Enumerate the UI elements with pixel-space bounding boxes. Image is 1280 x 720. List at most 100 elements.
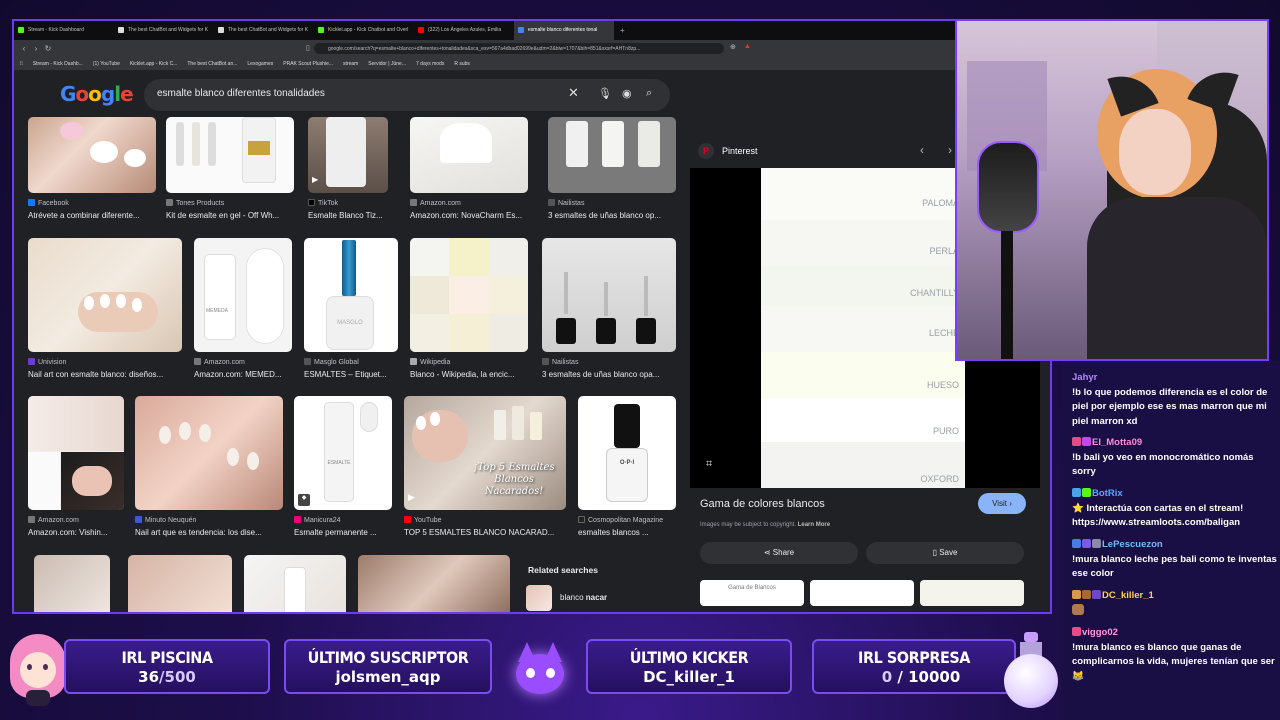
previous-icon[interactable]: ‹ [920, 143, 924, 157]
bookmark-item[interactable]: PRAK Scout Plushie... [283, 61, 333, 67]
zoom-icon[interactable]: ⊕ [730, 43, 736, 51]
bookmark-item[interactable]: Stream - Kick Dashb... [33, 61, 83, 67]
bookmark-item[interactable]: 7 days mods [416, 61, 444, 67]
result-image[interactable] [28, 396, 124, 510]
result-title[interactable]: Nail art con esmalte blanco: diseños... [28, 370, 184, 379]
result-image[interactable]: ▶ [308, 117, 388, 193]
bookmark-icon: ▯ [932, 548, 937, 557]
clear-icon[interactable]: ✕ [568, 85, 579, 101]
save-button[interactable]: ▯ Save [866, 542, 1024, 564]
chat-username[interactable]: Jahyr [1072, 372, 1097, 383]
swatch-label: PALOMA [761, 168, 965, 220]
search-input[interactable]: esmalte blanco diferentes tonalidades [157, 88, 325, 99]
result-image[interactable] [166, 117, 294, 193]
chat-text: !mura blanco es blanco que ganas de comp… [1072, 641, 1275, 682]
camera-icon[interactable]: ◉ [622, 87, 632, 100]
new-tab-button[interactable]: + [614, 21, 631, 40]
search-icon[interactable]: ⌕ [646, 87, 652, 100]
result-image[interactable]: ¡Top 5 Esmaltes Blancos Nacarados! ▶ [404, 396, 566, 510]
result-image[interactable] [128, 555, 232, 612]
result-image[interactable] [28, 117, 156, 193]
apps-icon[interactable]: ⁞⁞ [20, 61, 23, 67]
similar-image[interactable] [920, 580, 1024, 606]
next-icon[interactable]: › [948, 143, 952, 157]
url-field[interactable]: google.com/search?q=esmalte+blanco+difer… [314, 43, 724, 54]
result-image[interactable] [542, 238, 676, 352]
result-image[interactable] [410, 238, 528, 352]
chat-username[interactable]: viggo02 [1082, 627, 1118, 638]
related-searches-heading: Related searches [528, 565, 598, 575]
bookmark-item[interactable]: stream [343, 61, 358, 67]
result-title[interactable]: esmaltes blancos ... [578, 528, 676, 537]
swatch-label: PURO [761, 398, 965, 442]
result-title[interactable]: Atrévete a combinar diferente... [28, 211, 158, 220]
result-title[interactable]: Amazon.com: Vishin... [28, 528, 124, 537]
result-title[interactable]: 3 esmaltes de uñas blanco opa... [542, 370, 676, 379]
similar-image[interactable]: Gama de Blancos [700, 580, 804, 606]
microphone [977, 141, 1039, 233]
google-logo[interactable]: Google [60, 82, 134, 106]
result-image[interactable] [358, 555, 510, 612]
result-title[interactable]: 3 esmaltes de uñas blanco op... [548, 211, 676, 220]
result-title[interactable]: Nail art que es tendencia: los dise... [135, 528, 283, 537]
result-title[interactable]: Esmalte permanente ... [294, 528, 392, 537]
result-title[interactable]: ESMALTES – Etiquet... [304, 370, 400, 379]
result-title[interactable]: Esmalte Blanco Tiz... [308, 211, 398, 220]
chat-text: !b bali yo veo en monocromático nomás so… [1072, 451, 1254, 478]
bookmark-item[interactable]: Lexogames [247, 61, 273, 67]
share-icon: ⋖ [763, 548, 771, 557]
microphone-icon[interactable]: 🎙 [598, 87, 612, 100]
lens-icon[interactable]: ⌗ [706, 458, 712, 471]
related-search-item[interactable]: blanco nacar [560, 593, 607, 602]
bookmark-item[interactable]: (1) YouTube [93, 61, 120, 67]
result-image[interactable]: MASGLO [304, 238, 398, 352]
bookmark-item[interactable]: Servidor | Jüne... [368, 61, 406, 67]
share-button[interactable]: ⋖ Share [700, 542, 858, 564]
chat-username[interactable]: LePescuezon [1102, 539, 1163, 550]
result-image[interactable] [244, 555, 346, 612]
site-icon [542, 358, 549, 365]
swatch-label: CHANTILLY [761, 266, 965, 306]
result-image[interactable] [34, 555, 110, 612]
result-title[interactable]: Amazon.com: NovaCharm Es... [410, 211, 530, 220]
browser-tab-6[interactable]: esmalte blanco diferentes tonal [514, 21, 614, 40]
forward-icon[interactable]: › [30, 44, 42, 53]
bookmark-item[interactable]: R subs [454, 61, 470, 67]
bookmark-item[interactable]: Kicklet.app - Kick C... [130, 61, 178, 67]
chat-username[interactable]: El_Motta09 [1092, 437, 1142, 448]
bookmark-icon[interactable]: ▯ [306, 44, 310, 52]
stat-title: ÚLTIMO SUSCRIPTOR [307, 648, 469, 667]
result-source: Amazon.com [28, 516, 79, 524]
chat-username[interactable]: BotRix [1092, 488, 1123, 499]
learn-more-link[interactable]: Learn More [798, 522, 830, 528]
result-title[interactable]: Kit de esmalte en gel - Off Wh... [166, 211, 296, 220]
result-image[interactable] [28, 238, 182, 352]
swatch-label: PERLA [761, 220, 965, 266]
visit-button[interactable]: Visit › [978, 493, 1026, 514]
result-image[interactable]: ESMALTE ◆ [294, 396, 392, 510]
browser-tab-1[interactable]: Stream - Kick Dashboard [14, 21, 114, 40]
result-image[interactable]: O·P·I [578, 396, 676, 510]
result-title[interactable]: Blanco - Wikipedia, la encic... [410, 370, 530, 379]
browser-tab-5[interactable]: (322) Los Ángeles Azules, Emilia [414, 21, 514, 40]
browser-tab-3[interactable]: The best ChatBot and Widgets for K [214, 21, 314, 40]
result-title[interactable]: Amazon.com: MEMED... [194, 370, 290, 379]
result-image[interactable]: MEMEDA [194, 238, 292, 352]
bookmark-item[interactable]: The best ChatBot an... [187, 61, 237, 67]
result-image[interactable] [548, 117, 676, 193]
reload-icon[interactable]: ↻ [42, 44, 54, 53]
result-title[interactable]: TOP 5 ESMALTES BLANCO NACARAD... [404, 528, 564, 537]
related-thumb[interactable] [526, 585, 552, 611]
similar-image[interactable] [810, 580, 914, 606]
result-image[interactable] [410, 117, 528, 193]
bookmarks-bar: ⁞⁞ Stream - Kick Dashb... (1) YouTube Ki… [14, 57, 1050, 71]
result-image[interactable] [135, 396, 283, 510]
browser-tab-4[interactable]: Kicklet.app - Kick Chatbot and Overl [314, 21, 414, 40]
panel-source[interactable]: P Pinterest [698, 143, 758, 159]
extension-icon[interactable]: ▲ [744, 43, 751, 50]
back-icon[interactable]: ‹ [18, 44, 30, 53]
browser-tab-2[interactable]: The best ChatBot and Widgets for K [114, 21, 214, 40]
panel-title[interactable]: Gama de colores blancos [700, 498, 825, 510]
chat-username[interactable]: DC_killer_1 [1102, 590, 1154, 601]
search-box[interactable]: esmalte blanco diferentes tonalidades ✕ … [144, 79, 670, 111]
